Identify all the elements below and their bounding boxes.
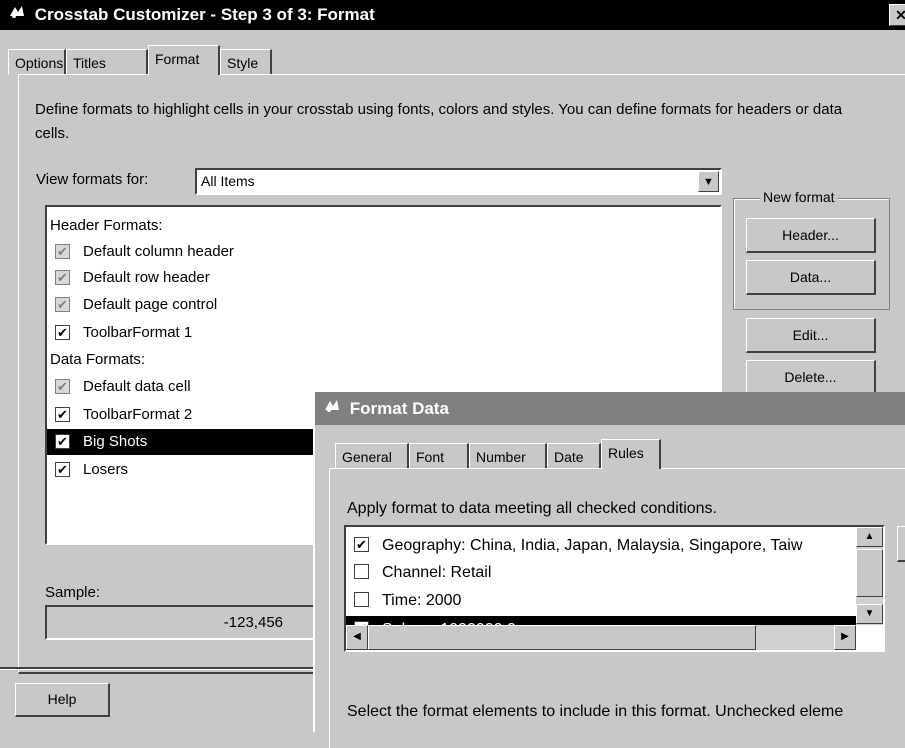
condition-item[interactable]: Time: 2000 bbox=[346, 587, 856, 614]
checkbox[interactable] bbox=[354, 592, 369, 607]
edit-button[interactable]: Edit... bbox=[746, 318, 876, 353]
vertical-scrollbar[interactable]: ▲ ▼ bbox=[856, 527, 883, 625]
view-formats-label: View formats for: bbox=[36, 171, 149, 188]
chevron-down-icon[interactable]: ▼ bbox=[698, 171, 719, 192]
checkbox: ✔ bbox=[55, 379, 70, 394]
format-data-title-bar: Format Data bbox=[315, 392, 905, 425]
horizontal-scrollbar[interactable]: ◀ ▶ bbox=[346, 625, 856, 650]
app-icon bbox=[323, 392, 345, 425]
header-formats-group: Header Formats: bbox=[50, 217, 163, 234]
tab-general[interactable]: General bbox=[335, 443, 409, 469]
data-formats-group: Data Formats: bbox=[50, 351, 146, 368]
data-button[interactable]: Data... bbox=[746, 260, 876, 295]
tab-options[interactable]: Options bbox=[8, 49, 66, 75]
scroll-right-icon[interactable]: ▶ bbox=[834, 625, 856, 650]
crosstab-customizer-window: Crosstab Customizer - Step 3 of 3: Forma… bbox=[0, 0, 905, 748]
checkbox: ✔ bbox=[55, 244, 70, 259]
checkbox[interactable]: ✔ bbox=[55, 462, 70, 477]
list-item[interactable]: ✔ Default row header bbox=[47, 265, 720, 291]
list-item[interactable]: ✔ Default column header bbox=[47, 239, 720, 265]
checkbox: ✔ bbox=[55, 297, 70, 312]
condition-item[interactable]: Channel: Retail bbox=[346, 559, 856, 586]
help-button[interactable]: Help bbox=[15, 683, 110, 717]
app-icon bbox=[6, 0, 28, 30]
new-format-legend: New format bbox=[760, 189, 838, 205]
tab-font[interactable]: Font bbox=[409, 443, 469, 469]
sample-label: Sample: bbox=[45, 584, 101, 601]
checkbox[interactable]: ✔ bbox=[55, 434, 70, 449]
format-data-title: Format Data bbox=[349, 399, 449, 418]
list-item[interactable]: ✔ Default page control bbox=[47, 292, 720, 318]
tab-format[interactable]: Format bbox=[148, 45, 220, 75]
list-item[interactable]: ✔ ToolbarFormat 1 bbox=[47, 320, 720, 346]
delete-button[interactable]: Delete... bbox=[746, 360, 876, 395]
condition-item[interactable]: ✔ Geography: China, India, Japan, Malaysi… bbox=[346, 532, 856, 559]
sample-preview: -123,456 bbox=[45, 605, 315, 640]
tab-style[interactable]: Style bbox=[220, 49, 272, 75]
window-title: Crosstab Customizer - Step 3 of 3: Forma… bbox=[34, 5, 375, 24]
checkbox[interactable]: ✔ bbox=[55, 325, 70, 340]
description-text: Define formats to highlight cells in you… bbox=[35, 101, 843, 142]
scroll-left-icon[interactable]: ◀ bbox=[346, 625, 368, 650]
rules-instruction: Apply format to data meeting all checked… bbox=[347, 500, 717, 517]
checkbox: ✔ bbox=[55, 270, 70, 285]
side-button[interactable] bbox=[897, 526, 905, 562]
format-data-dialog: Format Data General Font Number Date Rul… bbox=[313, 392, 905, 748]
checkbox[interactable]: ✔ bbox=[354, 537, 369, 552]
scroll-thumb[interactable] bbox=[856, 549, 883, 597]
tab-titles[interactable]: Titles bbox=[66, 49, 148, 75]
checkbox[interactable]: ✔ bbox=[55, 407, 70, 422]
chevron-down-icon[interactable]: ▼ bbox=[856, 604, 883, 624]
scroll-up-icon[interactable]: ▲ bbox=[856, 527, 883, 547]
tab-date[interactable]: Date bbox=[547, 443, 601, 469]
title-bar: Crosstab Customizer - Step 3 of 3: Forma… bbox=[0, 0, 905, 30]
close-icon[interactable]: ✕ bbox=[889, 4, 905, 26]
header-button[interactable]: Header... bbox=[746, 218, 876, 253]
conditions-list[interactable]: ✔ Geography: China, India, Japan, Malaysi… bbox=[344, 525, 885, 652]
scroll-thumb[interactable] bbox=[368, 625, 756, 650]
view-formats-dropdown[interactable]: All Items ▼ bbox=[195, 168, 722, 195]
tab-rules[interactable]: Rules bbox=[601, 439, 661, 469]
elements-instruction: Select the format elements to include in… bbox=[347, 703, 844, 720]
tab-number[interactable]: Number bbox=[469, 443, 547, 469]
view-formats-value: All Items bbox=[201, 173, 255, 189]
checkbox[interactable] bbox=[354, 564, 369, 579]
